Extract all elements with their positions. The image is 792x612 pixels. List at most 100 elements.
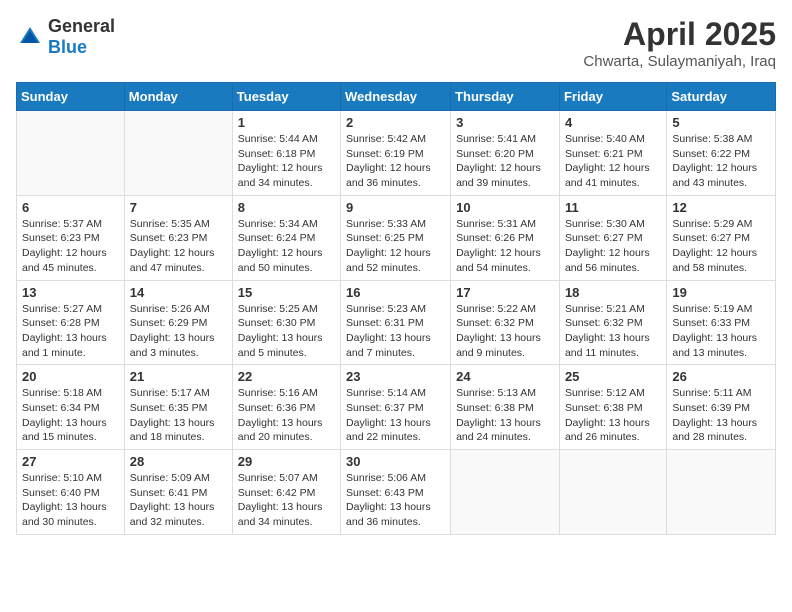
day-number: 16 — [346, 285, 445, 300]
weekday-header-sunday: Sunday — [17, 83, 125, 111]
title-block: April 2025 Chwarta, Sulaymaniyah, Iraq — [583, 16, 776, 70]
calendar-cell — [451, 450, 560, 535]
day-number: 14 — [130, 285, 227, 300]
day-info: Sunrise: 5:33 AMSunset: 6:25 PMDaylight:… — [346, 217, 445, 276]
weekday-header-thursday: Thursday — [451, 83, 560, 111]
calendar-table: SundayMondayTuesdayWednesdayThursdayFrid… — [16, 82, 776, 535]
calendar-cell: 12 Sunrise: 5:29 AMSunset: 6:27 PMDayligh… — [667, 195, 776, 280]
calendar-cell: 15 Sunrise: 5:25 AMSunset: 6:30 PMDayligh… — [232, 280, 340, 365]
day-number: 27 — [22, 454, 119, 469]
day-number: 29 — [238, 454, 335, 469]
day-info: Sunrise: 5:11 AMSunset: 6:39 PMDaylight:… — [672, 386, 770, 445]
day-number: 17 — [456, 285, 554, 300]
weekday-header-row: SundayMondayTuesdayWednesdayThursdayFrid… — [17, 83, 776, 111]
day-info: Sunrise: 5:26 AMSunset: 6:29 PMDaylight:… — [130, 302, 227, 361]
day-number: 7 — [130, 200, 227, 215]
calendar-cell: 23Sunrise: 5:14 AMSunset: 6:37 PMDayligh… — [341, 365, 451, 450]
day-info: Sunrise: 5:19 AMSunset: 6:33 PMDaylight:… — [672, 302, 770, 361]
weekday-header-saturday: Saturday — [667, 83, 776, 111]
calendar-cell: 25 Sunrise: 5:12 AMSunset: 6:38 PMDayligh… — [559, 365, 666, 450]
weekday-header-tuesday: Tuesday — [232, 83, 340, 111]
day-info: Sunrise: 5:27 AMSunset: 6:28 PMDaylight:… — [22, 302, 119, 361]
calendar-cell: 8 Sunrise: 5:34 AMSunset: 6:24 PMDaylight… — [232, 195, 340, 280]
calendar-cell: 22Sunrise: 5:16 AMSunset: 6:36 PMDayligh… — [232, 365, 340, 450]
day-info: Sunrise: 5:21 AMSunset: 6:32 PMDaylight:… — [565, 302, 661, 361]
day-info: Sunrise: 5:38 AMSunset: 6:22 PMDaylight:… — [672, 132, 770, 191]
calendar-cell: 18Sunrise: 5:21 AMSunset: 6:32 PMDayligh… — [559, 280, 666, 365]
day-number: 5 — [672, 115, 770, 130]
day-number: 26 — [672, 369, 770, 384]
day-number: 8 — [238, 200, 335, 215]
calendar-cell: 2Sunrise: 5:42 AMSunset: 6:19 PMDaylight… — [341, 111, 451, 196]
day-info: Sunrise: 5:29 AMSunset: 6:27 PMDaylight:… — [672, 217, 770, 276]
week-row-1: 6Sunrise: 5:37 AMSunset: 6:23 PMDaylight… — [17, 195, 776, 280]
calendar-cell: 26 Sunrise: 5:11 AMSunset: 6:39 PMDayligh… — [667, 365, 776, 450]
week-row-2: 13 Sunrise: 5:27 AMSunset: 6:28 PMDayligh… — [17, 280, 776, 365]
day-info: Sunrise: 5:13 AMSunset: 6:38 PMDaylight:… — [456, 386, 554, 445]
calendar-cell: 5 Sunrise: 5:38 AMSunset: 6:22 PMDaylight… — [667, 111, 776, 196]
day-info: Sunrise: 5:23 AMSunset: 6:31 PMDaylight:… — [346, 302, 445, 361]
week-row-0: 1 Sunrise: 5:44 AMSunset: 6:18 PMDaylight… — [17, 111, 776, 196]
day-info: Sunrise: 5:07 AMSunset: 6:42 PMDaylight:… — [238, 471, 335, 530]
calendar-cell: 1 Sunrise: 5:44 AMSunset: 6:18 PMDaylight… — [232, 111, 340, 196]
calendar-cell: 24 Sunrise: 5:13 AMSunset: 6:38 PMDayligh… — [451, 365, 560, 450]
logo-icon — [16, 23, 44, 51]
weekday-header-friday: Friday — [559, 83, 666, 111]
day-info: Sunrise: 5:35 AMSunset: 6:23 PMDaylight:… — [130, 217, 227, 276]
day-number: 20 — [22, 369, 119, 384]
day-number: 22 — [238, 369, 335, 384]
calendar-cell: 27 Sunrise: 5:10 AMSunset: 6:40 PMDayligh… — [17, 450, 125, 535]
day-info: Sunrise: 5:12 AMSunset: 6:38 PMDaylight:… — [565, 386, 661, 445]
day-info: Sunrise: 5:34 AMSunset: 6:24 PMDaylight:… — [238, 217, 335, 276]
day-number: 3 — [456, 115, 554, 130]
day-number: 30 — [346, 454, 445, 469]
calendar-cell: 10Sunrise: 5:31 AMSunset: 6:26 PMDayligh… — [451, 195, 560, 280]
calendar-cell: 19Sunrise: 5:19 AMSunset: 6:33 PMDayligh… — [667, 280, 776, 365]
calendar-cell: 20Sunrise: 5:18 AMSunset: 6:34 PMDayligh… — [17, 365, 125, 450]
calendar-cell: 9Sunrise: 5:33 AMSunset: 6:25 PMDaylight… — [341, 195, 451, 280]
day-info: Sunrise: 5:09 AMSunset: 6:41 PMDaylight:… — [130, 471, 227, 530]
logo: General Blue — [16, 16, 115, 58]
day-number: 1 — [238, 115, 335, 130]
day-info: Sunrise: 5:37 AMSunset: 6:23 PMDaylight:… — [22, 217, 119, 276]
calendar-cell: 16 Sunrise: 5:23 AMSunset: 6:31 PMDayligh… — [341, 280, 451, 365]
day-info: Sunrise: 5:30 AMSunset: 6:27 PMDaylight:… — [565, 217, 661, 276]
calendar-cell: 30Sunrise: 5:06 AMSunset: 6:43 PMDayligh… — [341, 450, 451, 535]
day-number: 10 — [456, 200, 554, 215]
calendar-cell: 11 Sunrise: 5:30 AMSunset: 6:27 PMDayligh… — [559, 195, 666, 280]
calendar-cell: 6Sunrise: 5:37 AMSunset: 6:23 PMDaylight… — [17, 195, 125, 280]
calendar-cell: 28 Sunrise: 5:09 AMSunset: 6:41 PMDayligh… — [124, 450, 232, 535]
day-number: 12 — [672, 200, 770, 215]
day-number: 15 — [238, 285, 335, 300]
calendar-cell: 17 Sunrise: 5:22 AMSunset: 6:32 PMDayligh… — [451, 280, 560, 365]
day-number: 13 — [22, 285, 119, 300]
week-row-4: 27 Sunrise: 5:10 AMSunset: 6:40 PMDayligh… — [17, 450, 776, 535]
day-info: Sunrise: 5:22 AMSunset: 6:32 PMDaylight:… — [456, 302, 554, 361]
day-info: Sunrise: 5:44 AMSunset: 6:18 PMDaylight:… — [238, 132, 335, 191]
calendar-cell: 13 Sunrise: 5:27 AMSunset: 6:28 PMDayligh… — [17, 280, 125, 365]
day-number: 4 — [565, 115, 661, 130]
day-number: 24 — [456, 369, 554, 384]
day-number: 25 — [565, 369, 661, 384]
calendar-cell — [17, 111, 125, 196]
page-header: General Blue April 2025 Chwarta, Sulayma… — [16, 16, 776, 70]
day-info: Sunrise: 5:10 AMSunset: 6:40 PMDaylight:… — [22, 471, 119, 530]
day-info: Sunrise: 5:42 AMSunset: 6:19 PMDaylight:… — [346, 132, 445, 191]
day-number: 21 — [130, 369, 227, 384]
day-info: Sunrise: 5:14 AMSunset: 6:37 PMDaylight:… — [346, 386, 445, 445]
calendar-cell: 3 Sunrise: 5:41 AMSunset: 6:20 PMDaylight… — [451, 111, 560, 196]
day-number: 28 — [130, 454, 227, 469]
calendar-cell: 4 Sunrise: 5:40 AMSunset: 6:21 PMDaylight… — [559, 111, 666, 196]
weekday-header-wednesday: Wednesday — [341, 83, 451, 111]
day-info: Sunrise: 5:25 AMSunset: 6:30 PMDaylight:… — [238, 302, 335, 361]
calendar-cell — [667, 450, 776, 535]
calendar-cell: 7 Sunrise: 5:35 AMSunset: 6:23 PMDaylight… — [124, 195, 232, 280]
weekday-header-monday: Monday — [124, 83, 232, 111]
calendar-cell: 29 Sunrise: 5:07 AMSunset: 6:42 PMDayligh… — [232, 450, 340, 535]
day-number: 11 — [565, 200, 661, 215]
day-info: Sunrise: 5:41 AMSunset: 6:20 PMDaylight:… — [456, 132, 554, 191]
day-info: Sunrise: 5:40 AMSunset: 6:21 PMDaylight:… — [565, 132, 661, 191]
calendar-cell: 14 Sunrise: 5:26 AMSunset: 6:29 PMDayligh… — [124, 280, 232, 365]
day-info: Sunrise: 5:17 AMSunset: 6:35 PMDaylight:… — [130, 386, 227, 445]
logo-text-blue: Blue — [48, 37, 87, 57]
